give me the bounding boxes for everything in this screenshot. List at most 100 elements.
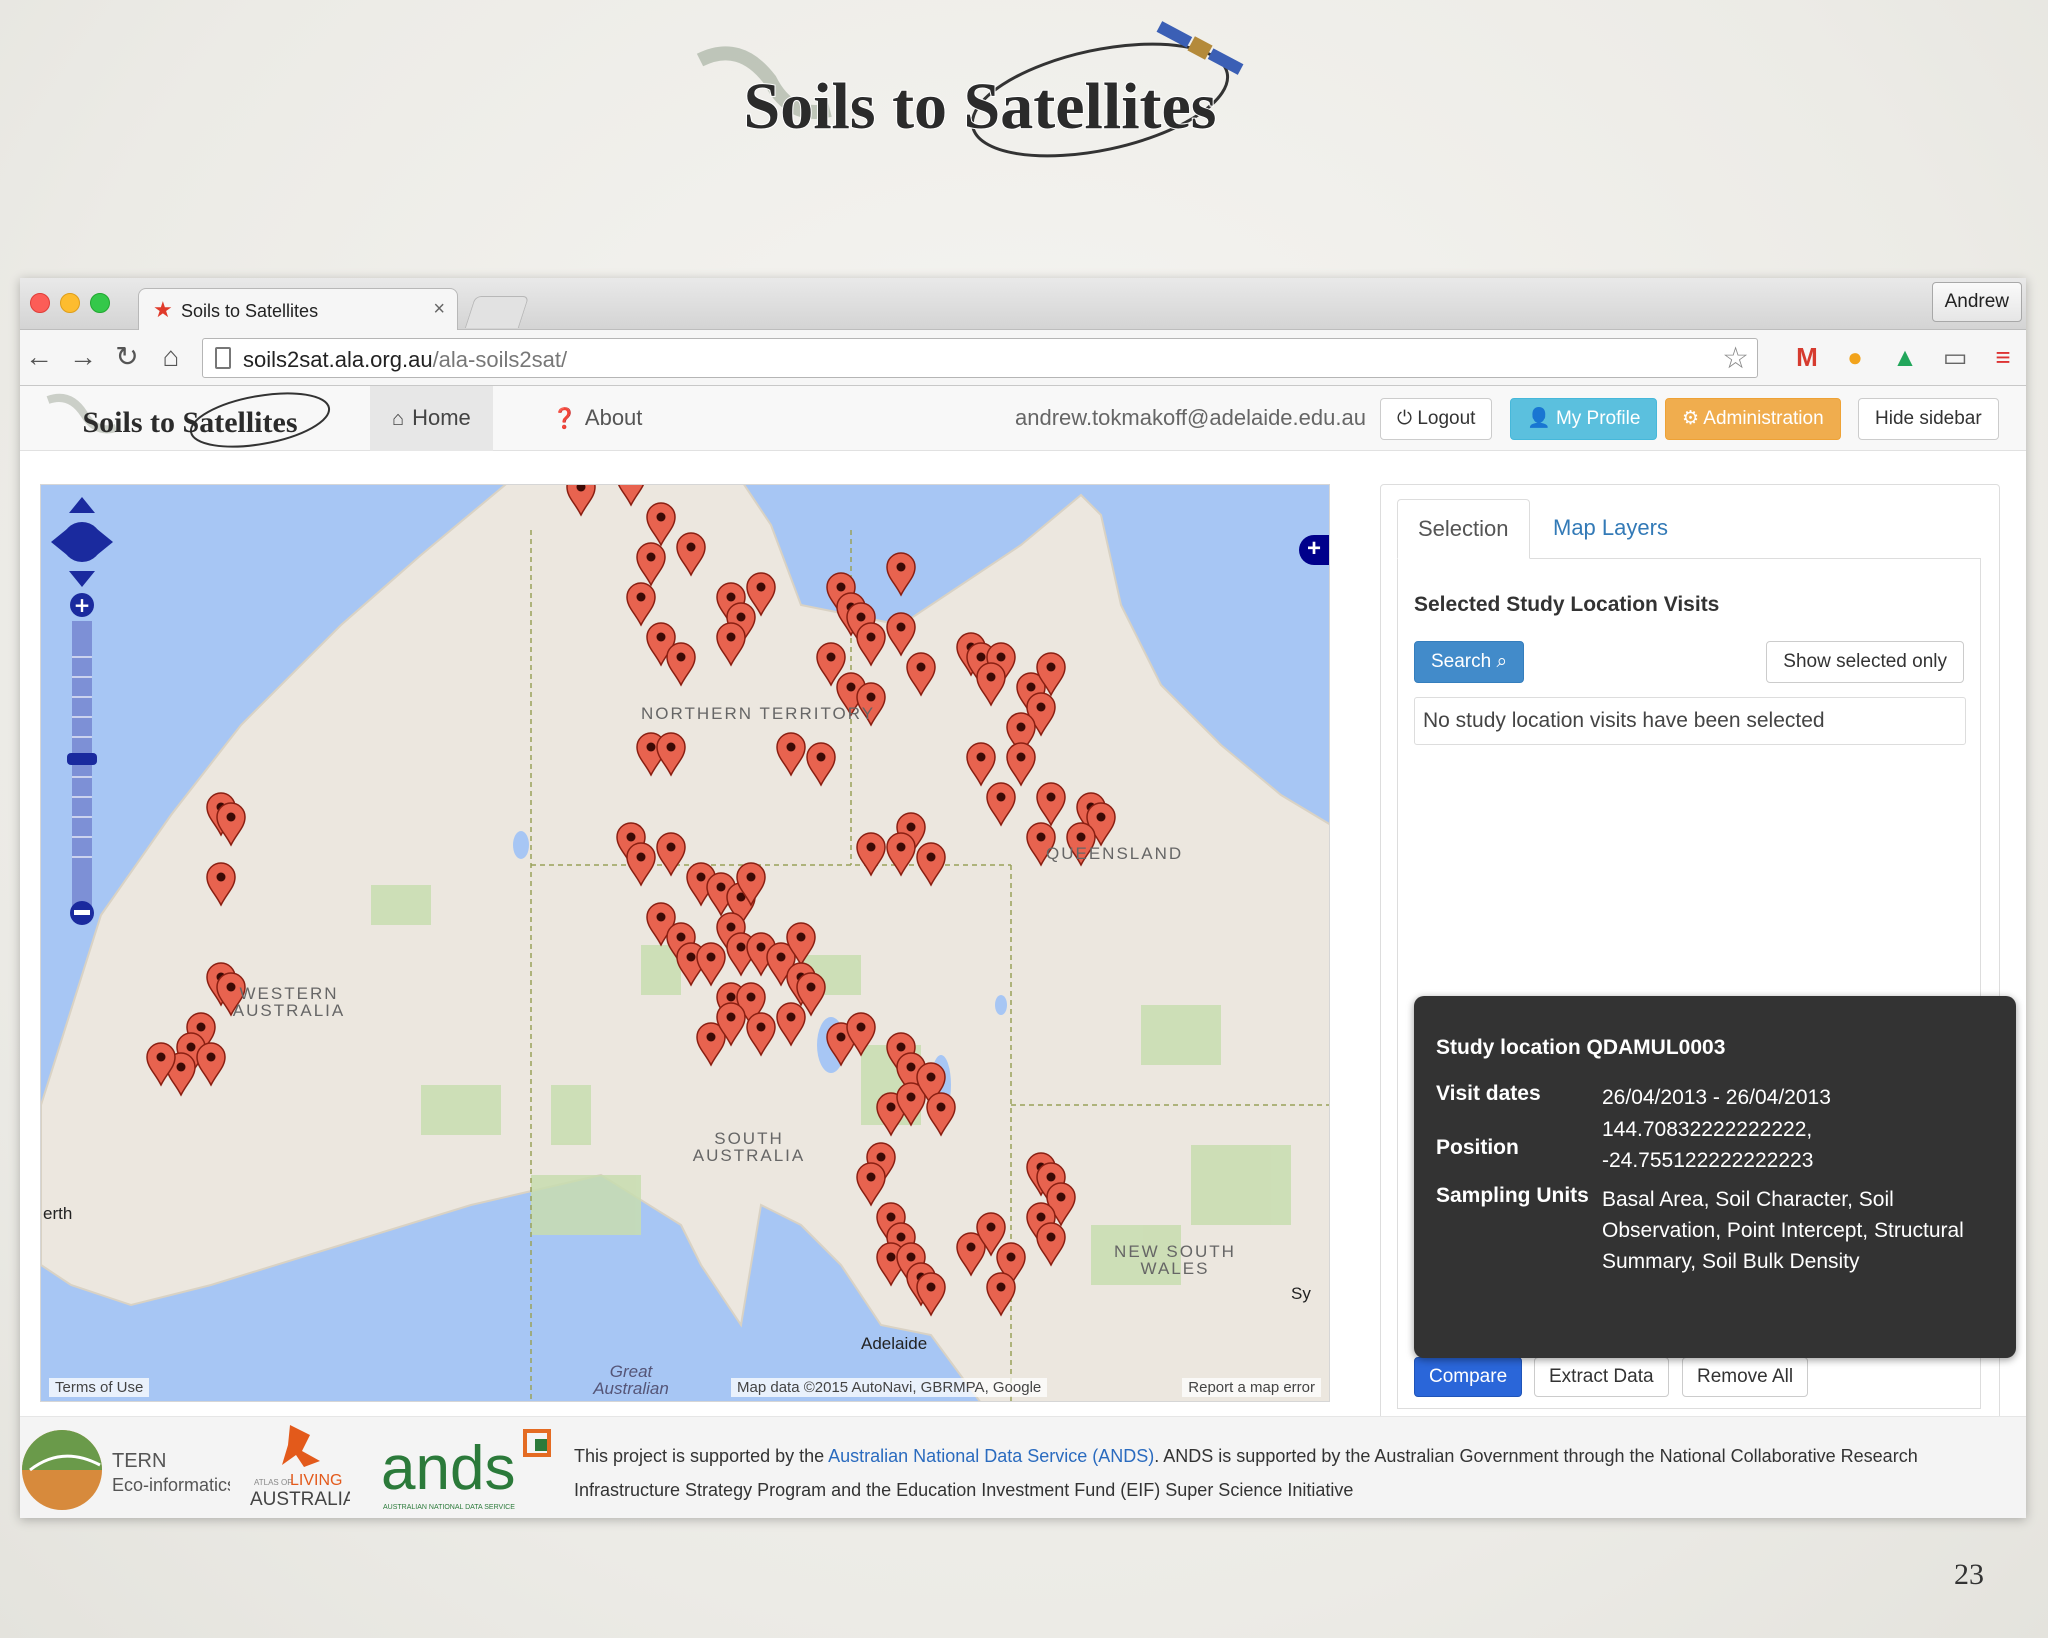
map-attribution: Map data ©2015 AutoNavi, GBRMPA, Google	[731, 1378, 1048, 1397]
my-profile-label: My Profile	[1555, 408, 1641, 429]
ala-logo: ATLAS OF LIVING AUSTRALIA	[250, 1425, 350, 1510]
power-icon: ⏻	[1397, 408, 1418, 429]
ala-australia: AUSTRALIA	[250, 1489, 350, 1510]
terms-link[interactable]: Terms of Use	[49, 1378, 150, 1397]
user-icon[interactable]: ●	[1838, 340, 1872, 374]
slide-number: 23	[1954, 1558, 1984, 1591]
map-view[interactable]: NORTHERN TERRITORY QUEENSLAND WESTERN AU…	[40, 484, 1330, 1402]
footer-support-text: This project is supported by the Austral…	[574, 1439, 2004, 1507]
house-icon: ⌂	[392, 408, 405, 430]
browser-tab[interactable]: ★ Soils to Satellites ×	[138, 288, 458, 331]
tab-selection[interactable]: Selection	[1397, 499, 1530, 559]
selected-visits-heading: Selected Study Location Visits	[1414, 593, 1720, 616]
cast-icon[interactable]: ▭	[1938, 340, 1972, 374]
ands-link[interactable]: Australian National Data Service (ANDS)	[828, 1446, 1154, 1466]
footer-text-before: This project is supported by the	[574, 1446, 829, 1466]
remove-all-button[interactable]: Remove All	[1682, 1357, 1809, 1397]
label-perth: erth	[43, 1204, 73, 1223]
layer-switcher-plus-icon[interactable]: +	[1299, 535, 1329, 565]
nav-home-label: Home	[412, 405, 471, 430]
report-map-error-link[interactable]: Report a map error	[1182, 1378, 1321, 1397]
tooltip-title: Study location QDAMUL0003	[1436, 1036, 1726, 1059]
star-icon[interactable]: ☆	[1722, 341, 1749, 376]
compare-button[interactable]: Compare	[1414, 1357, 1523, 1397]
zoom-slider-track	[72, 621, 92, 911]
favicon-icon: ★	[153, 297, 173, 322]
study-location-tooltip: Study location QDAMUL0003 Visit dates 26…	[1414, 996, 2016, 1358]
nav-home[interactable]: ⌂ Home	[370, 386, 493, 451]
home-icon[interactable]: ⌂	[154, 340, 188, 374]
browser-toolbar: ← → ↻ ⌂ soils2sat.ala.org.au/ala-soils2s…	[20, 330, 2026, 386]
search-button[interactable]: Search ⌕	[1414, 641, 1525, 683]
ands-logo: ands AUSTRALIAN NATIONAL DATA SERVICE	[381, 1429, 551, 1511]
site-marker[interactable]	[886, 552, 916, 597]
label-south-australia: SOUTH AUSTRALIA	[692, 1129, 806, 1165]
svg-text:+: +	[74, 593, 91, 617]
extract-data-button[interactable]: Extract Data	[1534, 1357, 1669, 1397]
tern-sub: Eco-informatics	[112, 1475, 230, 1495]
search-icon: ⌕	[1496, 651, 1508, 672]
search-label: Search	[1431, 651, 1492, 672]
pan-zoom-control[interactable]: +	[51, 497, 113, 927]
my-profile-button[interactable]: 👤 My Profile	[1510, 398, 1658, 440]
nav-about-label: About	[584, 405, 643, 430]
label-western-australia: WESTERN AUSTRALIA	[232, 984, 346, 1020]
page-footer: TERN Eco-informatics ATLAS OF LIVING AUS…	[20, 1416, 2026, 1518]
empty-selection-message: No study location visits have been selec…	[1414, 697, 1966, 745]
tern-logo: TERN Eco-informatics	[22, 1430, 230, 1510]
show-selected-only-button[interactable]: Show selected only	[1766, 641, 1964, 683]
close-window-button[interactable]	[30, 293, 50, 313]
new-tab-button[interactable]	[464, 296, 530, 328]
cog-icon: ⚙	[1682, 408, 1704, 429]
visit-dates-value: 26/04/2013 - 26/04/2013	[1602, 1086, 1831, 1109]
person-icon: 👤	[1527, 408, 1556, 429]
zoom-slider-handle	[67, 753, 97, 765]
drive-icon[interactable]: ▲	[1888, 340, 1922, 374]
position-label: Position	[1436, 1136, 1519, 1159]
url-path: /ala-soils2sat/	[432, 347, 568, 372]
page-icon	[215, 347, 231, 369]
brand-text: Soils to Satellites	[83, 406, 298, 439]
ala-living: LIVING	[290, 1472, 342, 1489]
zoom-window-button[interactable]	[90, 293, 110, 313]
tab-strip: ★ Soils to Satellites × Andrew	[20, 278, 2026, 331]
sampling-units-label: Sampling Units	[1436, 1184, 1589, 1207]
nav-about[interactable]: ❓ About	[530, 386, 664, 451]
administration-button[interactable]: ⚙ Administration	[1665, 398, 1841, 440]
label-northern-territory: NORTHERN TERRITORY	[641, 704, 876, 723]
pan-arrows-icon	[51, 497, 113, 587]
label-adelaide: Adelaide	[861, 1334, 928, 1353]
brand-logo[interactable]: Soils to Satellites	[40, 388, 340, 448]
ala-small: ATLAS OF	[254, 1478, 292, 1487]
logout-button[interactable]: ⏻ Logout	[1380, 398, 1493, 440]
menu-icon[interactable]: ≡	[1986, 340, 2020, 374]
hide-sidebar-button[interactable]: Hide sidebar	[1858, 398, 1999, 440]
question-icon: ❓	[552, 408, 577, 430]
gmail-icon[interactable]: M	[1790, 340, 1824, 374]
slide-logo: Soils to Satellites	[696, 21, 1244, 158]
user-email: andrew.tokmakoff@adelaide.edu.au	[1015, 405, 1366, 430]
slide-logo-text: Soils to Satellites	[744, 70, 1217, 143]
label-sydney: Sy	[1291, 1284, 1311, 1303]
reload-icon[interactable]: ↻	[110, 340, 144, 374]
ands-name: ands	[381, 1434, 515, 1503]
back-arrow-icon[interactable]: ←	[22, 340, 56, 374]
label-queensland: QUEENSLAND	[1046, 844, 1184, 863]
address-bar[interactable]: soils2sat.ala.org.au/ala-soils2sat/ ☆	[202, 338, 1758, 378]
position-line2: -24.755122222222223	[1602, 1149, 1814, 1172]
profile-button[interactable]: Andrew	[1931, 282, 2022, 322]
visit-dates-label: Visit dates	[1436, 1082, 1541, 1105]
url-text[interactable]: soils2sat.ala.org.au/ala-soils2sat/	[243, 347, 567, 373]
tab-title: Soils to Satellites	[181, 301, 319, 321]
label-great-australian: Great Australian	[593, 1362, 669, 1398]
minimize-window-button[interactable]	[60, 293, 80, 313]
logout-label: Logout	[1417, 408, 1476, 429]
sidebar-tabs: Selection Map Layers	[1397, 499, 1981, 559]
tern-name: TERN	[112, 1450, 166, 1472]
forward-arrow-icon[interactable]: →	[66, 340, 100, 374]
tab-map-layers[interactable]: Map Layers	[1533, 499, 1688, 559]
tab-close-icon[interactable]: ×	[433, 298, 445, 321]
label-new-south-wales: NEW SOUTH WALES	[1114, 1242, 1236, 1278]
url-host: soils2sat.ala.org.au	[243, 347, 433, 372]
app-navbar: Soils to Satellites ⌂ Home ❓ About andrew.…	[20, 386, 2026, 451]
